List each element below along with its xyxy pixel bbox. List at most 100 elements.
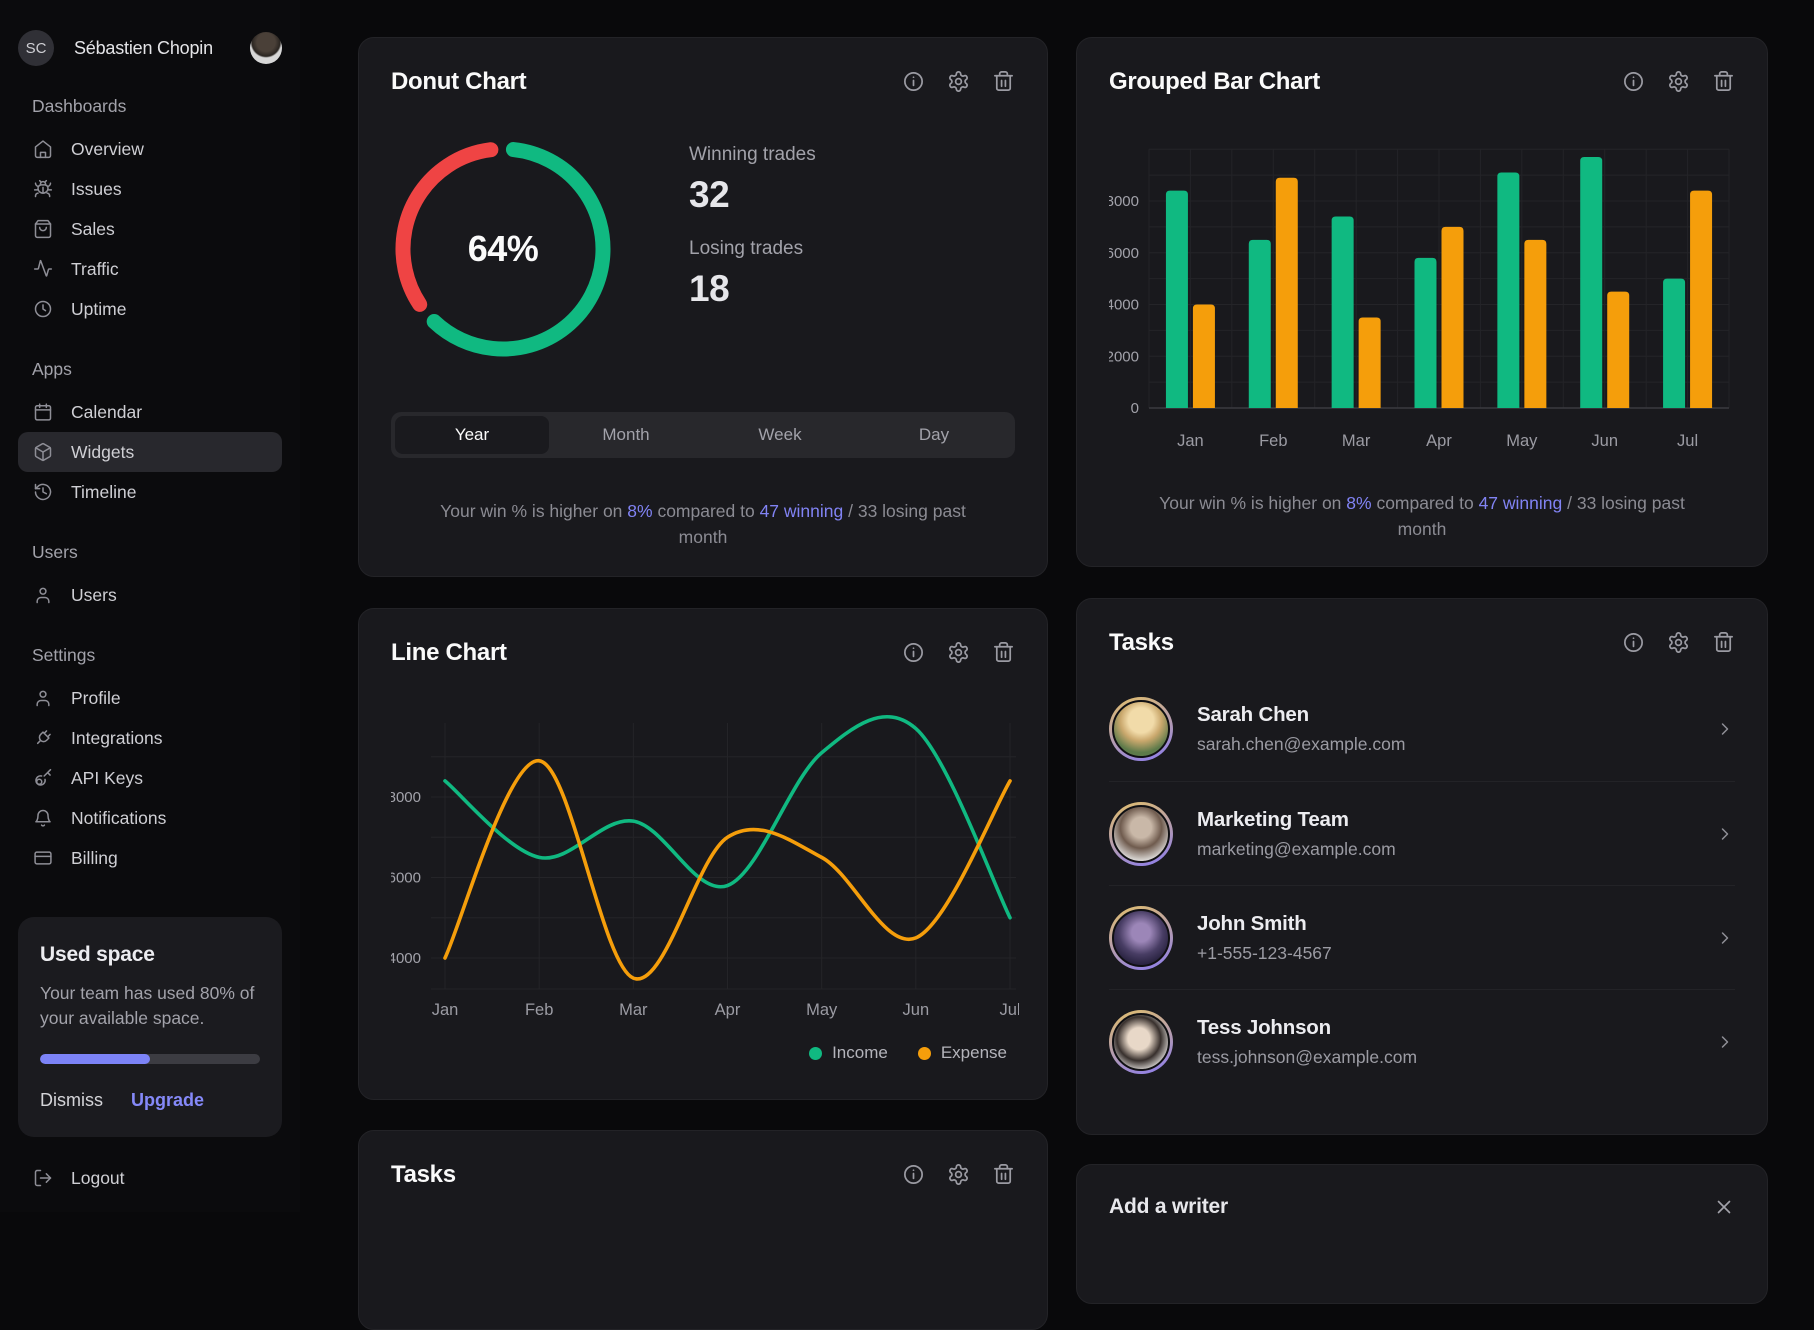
tab-week[interactable]: Week (703, 416, 857, 454)
settings-icon[interactable] (1667, 631, 1690, 654)
info-icon[interactable] (902, 70, 925, 93)
settings-icon[interactable] (1667, 70, 1690, 93)
sidebar-item-widgets[interactable]: Widgets (18, 432, 282, 472)
user-row[interactable]: SC Sébastien Chopin (18, 30, 282, 66)
avatar (1109, 1010, 1173, 1074)
avatar (1109, 697, 1173, 761)
sidebar-item-timeline[interactable]: Timeline (18, 472, 282, 512)
losing-trades-label: Losing trades (689, 238, 816, 260)
svg-text:Mar: Mar (619, 1001, 648, 1019)
settings-icon[interactable] (947, 641, 970, 664)
clock-icon (33, 299, 53, 319)
section-label-apps: Apps (32, 359, 282, 380)
info-icon[interactable] (1622, 631, 1645, 654)
svg-text:6000: 6000 (1109, 245, 1139, 262)
used-space-progress (40, 1054, 260, 1064)
avatar[interactable] (250, 32, 282, 64)
info-icon[interactable] (1622, 70, 1645, 93)
sidebar-item-label: Issues (71, 179, 122, 200)
section-label-settings: Settings (32, 645, 282, 666)
used-space-message: Your team has used 80% of your available… (40, 981, 260, 1032)
trash-icon[interactable] (1712, 631, 1735, 654)
add-writer-card: Add a writer (1076, 1164, 1768, 1304)
sidebar-item-traffic[interactable]: Traffic (18, 249, 282, 289)
tab-day[interactable]: Day (857, 416, 1011, 454)
legend-income: Income (809, 1043, 888, 1063)
sidebar-item-label: Integrations (71, 728, 162, 749)
svg-text:0: 0 (1131, 400, 1139, 417)
task-row[interactable]: Tess Johnsontess.johnson@example.com (1109, 989, 1735, 1093)
sidebar-item-users[interactable]: Users (18, 575, 282, 615)
task-row[interactable]: John Smith+1-555-123-4567 (1109, 885, 1735, 989)
trash-icon[interactable] (992, 641, 1015, 664)
bar (1249, 240, 1271, 408)
bar (1497, 173, 1519, 408)
bar (1166, 191, 1188, 408)
chevron-right-icon (1715, 719, 1735, 739)
settings-icon[interactable] (947, 1163, 970, 1186)
info-icon[interactable] (902, 641, 925, 664)
calendar-icon (33, 402, 53, 422)
bell-icon (33, 808, 53, 828)
settings-icon[interactable] (947, 70, 970, 93)
sidebar-item-label: Widgets (71, 442, 134, 463)
upgrade-button[interactable]: Upgrade (131, 1090, 204, 1111)
key-icon (33, 768, 53, 788)
legend-expense: Expense (918, 1043, 1007, 1063)
user-icon (33, 585, 53, 605)
card-title: Tasks (391, 1161, 902, 1189)
bar (1415, 258, 1437, 408)
user-icon (33, 688, 53, 708)
dismiss-button[interactable]: Dismiss (40, 1090, 103, 1111)
svg-text:Feb: Feb (525, 1001, 553, 1019)
svg-text:2000: 2000 (1109, 348, 1139, 365)
sidebar-item-integrations[interactable]: Integrations (18, 718, 282, 758)
info-icon[interactable] (902, 1163, 925, 1186)
svg-text:Mar: Mar (1342, 432, 1371, 450)
chart-legend: Income Expense (809, 1043, 1007, 1063)
chevron-right-icon (1715, 824, 1735, 844)
trash-icon[interactable] (992, 70, 1015, 93)
section-label-dashboards: Dashboards (32, 96, 282, 117)
task-row[interactable]: Marketing Teammarketing@example.com (1109, 781, 1735, 885)
sidebar-item-label: Timeline (71, 482, 136, 503)
svg-text:May: May (806, 1001, 838, 1019)
sidebar-item-overview[interactable]: Overview (18, 129, 282, 169)
tab-year[interactable]: Year (395, 416, 549, 454)
bar (1193, 305, 1215, 409)
card-title: Line Chart (391, 639, 902, 667)
task-subtitle: +1-555-123-4567 (1197, 943, 1715, 964)
sidebar-item-sales[interactable]: Sales (18, 209, 282, 249)
sidebar-item-notifications[interactable]: Notifications (18, 798, 282, 838)
chevron-right-icon (1715, 1032, 1735, 1052)
sidebar-item-label: Billing (71, 848, 118, 869)
svg-text:Apr: Apr (715, 1001, 741, 1019)
activity-icon (33, 259, 53, 279)
task-row[interactable]: Sarah Chensarah.chen@example.com (1109, 677, 1735, 781)
tab-month[interactable]: Month (549, 416, 703, 454)
trash-icon[interactable] (992, 1163, 1015, 1186)
sidebar-item-calendar[interactable]: Calendar (18, 392, 282, 432)
sidebar-item-uptime[interactable]: Uptime (18, 289, 282, 329)
card-title: Grouped Bar Chart (1109, 68, 1622, 96)
used-space-progress-fill (40, 1054, 150, 1064)
task-subtitle: tess.johnson@example.com (1197, 1047, 1715, 1068)
sidebar-item-billing[interactable]: Billing (18, 838, 282, 878)
sidebar-item-label: Traffic (71, 259, 119, 280)
avatar (1109, 906, 1173, 970)
used-space-title: Used space (40, 943, 260, 967)
history-icon (33, 482, 53, 502)
user-initials-badge: SC (18, 30, 54, 66)
sidebar-item-issues[interactable]: Issues (18, 169, 282, 209)
trash-icon[interactable] (1712, 70, 1735, 93)
task-subtitle: sarah.chen@example.com (1197, 734, 1715, 755)
income-dot-icon (809, 1047, 822, 1060)
sidebar-item-profile[interactable]: Profile (18, 678, 282, 718)
close-icon[interactable] (1713, 1196, 1735, 1218)
logout-button[interactable]: Logout (18, 1158, 282, 1198)
shopping-bag-icon (33, 219, 53, 239)
add-writer-title: Add a writer (1109, 1195, 1713, 1219)
home-icon (33, 139, 53, 159)
sidebar-item-api-keys[interactable]: API Keys (18, 758, 282, 798)
legend-expense-label: Expense (941, 1043, 1007, 1063)
